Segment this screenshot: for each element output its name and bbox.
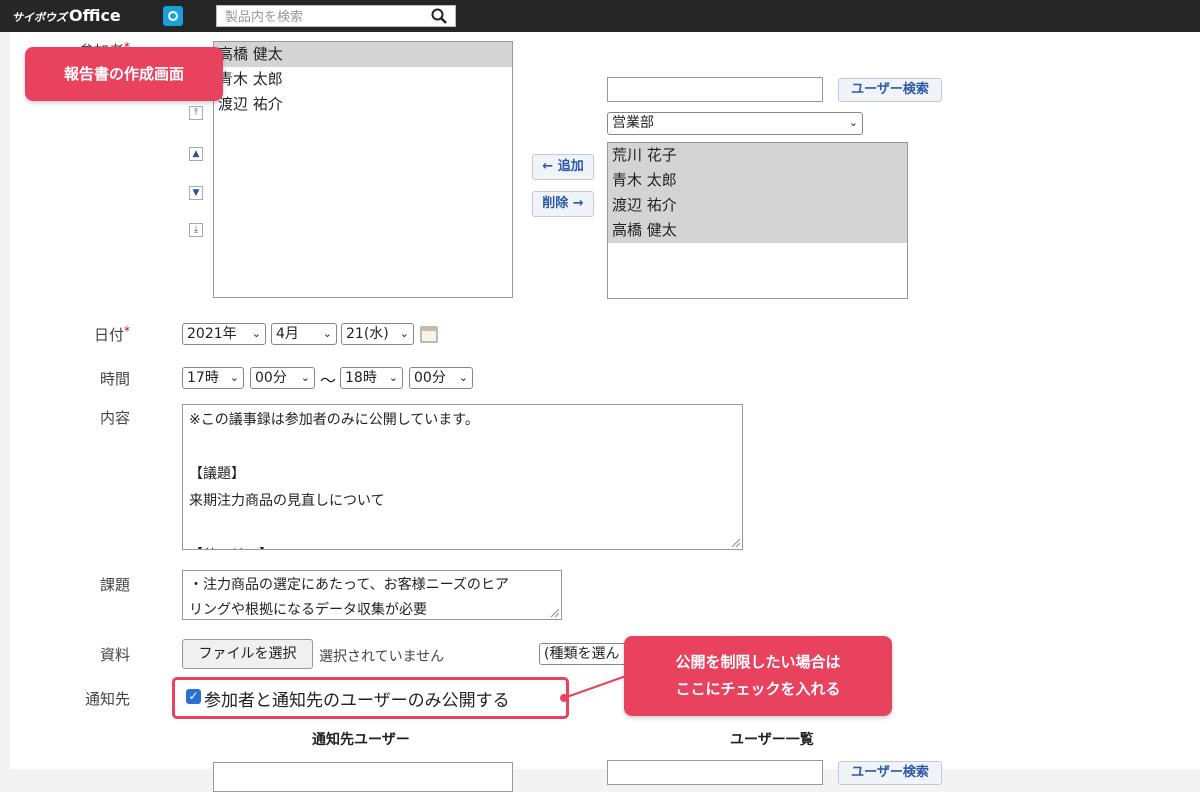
search-input[interactable]: [223, 8, 427, 26]
chevron-down-icon: ⌄: [229, 371, 239, 384]
month-value: 4月: [276, 326, 299, 342]
list-item[interactable]: 高橋 健太: [608, 218, 907, 243]
textarea-line: 【サマリー】: [189, 542, 736, 549]
year-select[interactable]: 2021年 ⌄: [182, 323, 266, 345]
textarea-line: [189, 515, 736, 542]
publish-restrict-label[interactable]: 参加者と通知先のユーザーのみ公開する: [204, 686, 510, 711]
remove-participant-button[interactable]: 削除 →: [532, 191, 594, 217]
user-search-field[interactable]: [607, 77, 823, 102]
chevron-down-icon: ⌄: [388, 371, 398, 384]
chevron-down-icon: ⌄: [848, 116, 858, 129]
report-form: 参加者* 高橋 健太 青木 太郎 渡辺 祐介 ⤒ ▲ ▼ ⤓ ← 追加 削除 →…: [10, 32, 1200, 792]
search-box[interactable]: [216, 5, 456, 27]
start-hour-value: 17時: [187, 370, 219, 386]
notify-users-list[interactable]: [213, 762, 513, 792]
date-label: 日付*: [10, 324, 130, 345]
publish-restrict-callout: 公開を制限したい場合は ここにチェックを入れる: [624, 636, 892, 716]
chevron-down-icon: ⌄: [300, 371, 310, 384]
content-label: 内容: [99, 409, 130, 427]
no-file-text: 選択されていません: [319, 649, 445, 665]
year-value: 2021年: [187, 326, 237, 342]
list-item[interactable]: 荒川 花子: [608, 143, 907, 168]
search-icon[interactable]: [431, 8, 447, 24]
textarea-line: [189, 434, 736, 461]
textarea-line: ※この議事録は参加者のみに公開しています。: [189, 412, 479, 428]
textarea-line: 【議題】: [189, 466, 245, 482]
callout-pointer: [560, 675, 627, 702]
choose-file-button[interactable]: ファイルを選択: [182, 639, 313, 669]
end-hour-select[interactable]: 18時 ⌄: [340, 367, 403, 389]
end-minute-select[interactable]: 00分 ⌄: [409, 367, 473, 389]
chevron-down-icon: ⌄: [251, 327, 261, 340]
notify-user-search-button[interactable]: ユーザー検索: [838, 761, 942, 785]
screen-title-callout: 報告書の作成画面: [25, 47, 223, 101]
day-select[interactable]: 21(水) ⌄: [341, 323, 414, 345]
textarea-line: ・注力商品の選定にあたって、お客様ニーズのヒア: [189, 577, 509, 593]
textarea-line: 来期注力商品の見直しについて: [189, 493, 385, 509]
notify-user-search-field[interactable]: [607, 760, 823, 785]
group-select-value: 営業部: [612, 115, 654, 131]
start-hour-select[interactable]: 17時 ⌄: [182, 367, 244, 389]
top-bar: サイボウズ Office: [0, 0, 1200, 32]
move-top-button[interactable]: ⤒: [189, 106, 203, 120]
day-value: 21(水): [346, 326, 389, 342]
attachment-type-value: (種類を選ん: [544, 646, 620, 662]
list-item[interactable]: 高橋 健太: [214, 42, 512, 67]
date-label-text: 日付: [93, 326, 124, 344]
logo-small-text: サイボウズ: [12, 11, 67, 24]
callout-line: ここにチェックを入れる: [675, 680, 841, 698]
attachment-type-select[interactable]: (種類を選ん: [539, 643, 631, 665]
issues-textarea[interactable]: ・注力商品の選定にあたって、お客様ニーズのヒア リングや根拠になるデータ収集が必…: [182, 570, 562, 620]
move-up-button[interactable]: ▲: [189, 147, 203, 161]
list-item[interactable]: 渡辺 祐介: [608, 193, 907, 218]
textarea-line: リングや根拠になるデータ収集が必要: [189, 602, 427, 618]
publish-restrict-checkbox[interactable]: ✓: [186, 689, 201, 704]
resize-handle-icon[interactable]: [732, 539, 740, 547]
time-separator: 〜: [320, 371, 337, 390]
app-logo[interactable]: サイボウズ Office: [12, 6, 121, 25]
move-bottom-button[interactable]: ⤓: [189, 223, 203, 237]
chevron-down-icon: ⌄: [458, 371, 468, 384]
time-label: 時間: [99, 370, 130, 388]
add-participant-button[interactable]: ← 追加: [532, 154, 594, 180]
logo-big-text: Office: [69, 6, 121, 25]
month-select[interactable]: 4月 ⌄: [271, 323, 337, 345]
end-minute-value: 00分: [414, 370, 446, 386]
start-minute-select[interactable]: 00分 ⌄: [250, 367, 315, 389]
user-list-header: ユーザー一覧: [730, 732, 814, 748]
required-mark: *: [124, 324, 130, 338]
issues-label: 課題: [99, 576, 130, 594]
chevron-down-icon: ⌄: [399, 327, 409, 340]
group-select[interactable]: 営業部 ⌄: [607, 112, 863, 135]
list-item[interactable]: 渡辺 祐介: [214, 92, 512, 117]
content-textarea[interactable]: ※この議事録は参加者のみに公開しています。 【議題】 来期注力商品の見直しについ…: [182, 404, 743, 550]
end-hour-value: 18時: [345, 370, 377, 386]
callout-line: 公開を制限したい場合は: [675, 653, 841, 671]
list-item[interactable]: 青木 太郎: [608, 168, 907, 193]
selected-participants-list[interactable]: 高橋 健太 青木 太郎 渡辺 祐介: [213, 41, 513, 298]
chevron-down-icon: ⌄: [322, 327, 332, 340]
attachments-label: 資料: [99, 646, 130, 664]
notify-label: 通知先: [84, 690, 130, 708]
calendar-icon[interactable]: [420, 325, 438, 343]
move-down-button[interactable]: ▼: [189, 186, 203, 200]
user-search-button[interactable]: ユーザー検索: [838, 78, 942, 102]
candidate-users-list[interactable]: 荒川 花子 青木 太郎 渡辺 祐介 高橋 健太: [607, 142, 908, 299]
office-app-icon[interactable]: [163, 6, 183, 26]
notify-users-header: 通知先ユーザー: [312, 732, 410, 748]
list-item[interactable]: 青木 太郎: [214, 67, 512, 92]
start-minute-value: 00分: [255, 370, 287, 386]
resize-handle-icon[interactable]: [551, 609, 559, 617]
